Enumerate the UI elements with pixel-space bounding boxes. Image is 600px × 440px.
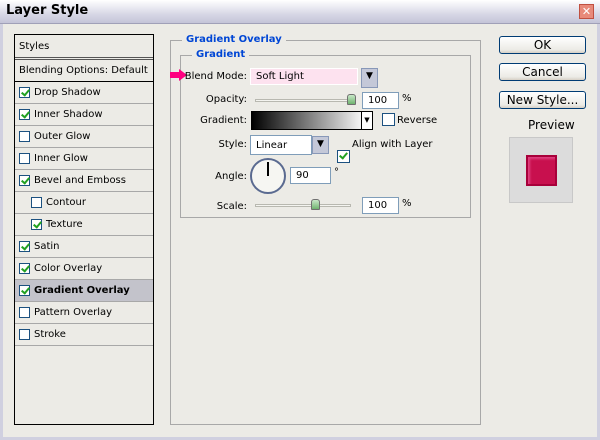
style-checkbox[interactable]: [19, 329, 30, 340]
align-with-layer-label: Align with Layer: [352, 139, 433, 150]
scale-input[interactable]: 100: [362, 197, 399, 214]
gradient-picker[interactable]: [251, 111, 373, 130]
opacity-slider-thumb[interactable]: [347, 94, 356, 105]
group-title: Gradient: [192, 49, 250, 60]
style-checkbox[interactable]: [19, 175, 30, 186]
style-item-label: Outer Glow: [34, 131, 91, 142]
angle-label: Angle:: [215, 171, 247, 182]
style-item-gradient-overlay[interactable]: Gradient Overlay: [15, 280, 153, 302]
style-item-label: Texture: [46, 219, 83, 230]
style-item-label: Inner Glow: [34, 153, 88, 164]
style-checkbox[interactable]: [19, 109, 30, 120]
style-dropdown-icon[interactable]: ▼: [312, 136, 329, 154]
gradient-label: Gradient:: [200, 115, 247, 126]
styles-list: Styles Blending Options: Default Drop Sh…: [14, 34, 154, 425]
style-item-contour[interactable]: Contour: [15, 192, 153, 214]
style-item-label: Color Overlay: [34, 263, 103, 274]
style-checkbox[interactable]: [19, 131, 30, 142]
section-title: Gradient Overlay: [182, 34, 286, 45]
reverse-label: Reverse: [397, 115, 438, 126]
scale-slider[interactable]: [255, 204, 351, 207]
style-checkbox[interactable]: [19, 153, 30, 164]
style-checkbox[interactable]: [31, 197, 42, 208]
angle-input[interactable]: 90: [290, 167, 331, 184]
style-item-texture[interactable]: Texture: [15, 214, 153, 236]
blending-options-label: Blending Options: Default: [19, 65, 148, 76]
angle-dial-needle: [267, 162, 269, 176]
blend-mode-dropdown-icon[interactable]: ▼: [361, 68, 378, 88]
style-item-outer-glow[interactable]: Outer Glow: [15, 126, 153, 148]
style-item-inner-glow[interactable]: Inner Glow: [15, 148, 153, 170]
style-item-color-overlay[interactable]: Color Overlay: [15, 258, 153, 280]
close-button[interactable]: ✕: [579, 4, 594, 19]
preview-thumbnail: [509, 137, 573, 203]
style-item-satin[interactable]: Satin: [15, 236, 153, 258]
styles-header[interactable]: Styles: [15, 35, 153, 60]
blending-options[interactable]: Blending Options: Default: [15, 60, 153, 82]
style-label: Style:: [218, 139, 248, 150]
cancel-button[interactable]: Cancel: [499, 63, 586, 81]
blend-mode-label: Blend Mode:: [184, 71, 247, 82]
gradient-dropdown-icon[interactable]: ▼: [361, 112, 372, 129]
style-item-inner-shadow[interactable]: Inner Shadow: [15, 104, 153, 126]
style-checkbox[interactable]: [19, 241, 30, 252]
angle-dial[interactable]: [250, 158, 286, 194]
styles-header-label: Styles: [19, 40, 50, 52]
style-item-label: Inner Shadow: [34, 109, 103, 120]
style-item-drop-shadow[interactable]: Drop Shadow: [15, 82, 153, 104]
scale-slider-thumb[interactable]: [311, 199, 320, 210]
style-item-bevel-and-emboss[interactable]: Bevel and Emboss: [15, 170, 153, 192]
window-title: Layer Style: [6, 3, 89, 18]
opacity-label: Opacity:: [205, 94, 247, 105]
preview-swatch: [526, 155, 557, 186]
style-item-label: Gradient Overlay: [34, 285, 130, 296]
scale-unit: %: [402, 198, 412, 209]
style-checkbox[interactable]: [19, 263, 30, 274]
style-item-label: Contour: [46, 197, 86, 208]
scale-label: Scale:: [216, 201, 247, 212]
style-item-pattern-overlay[interactable]: Pattern Overlay: [15, 302, 153, 324]
style-item-label: Pattern Overlay: [34, 307, 113, 318]
ok-button[interactable]: OK: [499, 36, 586, 54]
style-item-label: Stroke: [34, 329, 66, 340]
reverse-checkbox[interactable]: [382, 113, 395, 126]
opacity-unit: %: [402, 93, 412, 104]
opacity-slider[interactable]: [255, 99, 355, 102]
new-style-button[interactable]: New Style...: [499, 91, 586, 109]
blend-mode-select[interactable]: Soft Light: [250, 68, 358, 85]
style-checkbox[interactable]: [19, 87, 30, 98]
title-bar: Layer Style ✕: [0, 0, 600, 24]
style-select[interactable]: Linear: [250, 135, 312, 155]
opacity-input[interactable]: 100: [362, 92, 399, 109]
style-checkbox[interactable]: [31, 219, 42, 230]
style-item-label: Drop Shadow: [34, 87, 101, 98]
style-item-label: Bevel and Emboss: [34, 175, 126, 186]
style-item-label: Satin: [34, 241, 60, 252]
style-checkbox[interactable]: [19, 285, 30, 296]
angle-unit: °: [334, 167, 339, 178]
align-with-layer-checkbox[interactable]: [337, 150, 350, 163]
style-checkbox[interactable]: [19, 307, 30, 318]
style-item-stroke[interactable]: Stroke: [15, 324, 153, 346]
preview-label: Preview: [528, 118, 575, 132]
